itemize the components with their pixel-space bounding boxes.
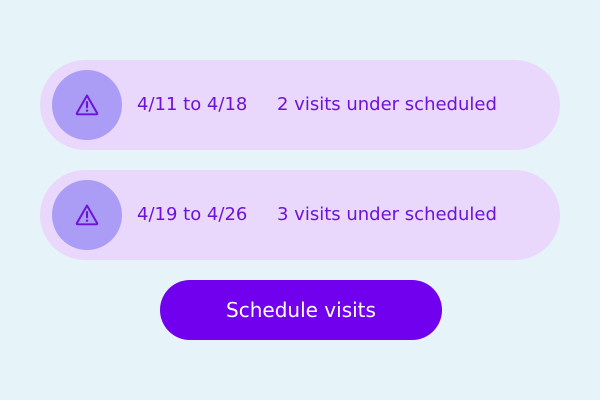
- visit-status-label: 3 visits under scheduled: [277, 204, 497, 225]
- warning-triangle-icon: [75, 94, 99, 116]
- schedule-alert-panel: 4/11 to 4/18 2 visits under scheduled 4/…: [0, 0, 600, 400]
- warning-icon-badge: [52, 180, 122, 250]
- warning-icon-badge: [52, 70, 122, 140]
- schedule-visits-button[interactable]: Schedule visits: [160, 280, 442, 340]
- alert-row: 4/11 to 4/18 2 visits under scheduled: [40, 60, 560, 150]
- alert-row: 4/19 to 4/26 3 visits under scheduled: [40, 170, 560, 260]
- visit-status-label: 2 visits under scheduled: [277, 94, 497, 115]
- date-range-label: 4/11 to 4/18: [137, 94, 248, 115]
- warning-triangle-icon: [75, 204, 99, 226]
- date-range-label: 4/19 to 4/26: [137, 204, 248, 225]
